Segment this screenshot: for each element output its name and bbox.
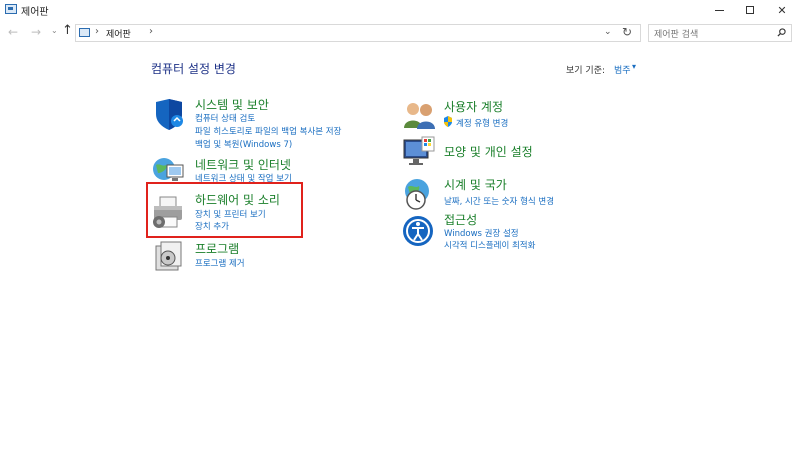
search-placeholder: 제어판 검색: [654, 30, 699, 40]
view-by-dropdown[interactable]: 범주: [614, 63, 631, 76]
accessibility-icon[interactable]: [402, 215, 434, 247]
chevron-right-icon[interactable]: ›: [149, 26, 153, 37]
category-title-programs[interactable]: 프로그램: [195, 240, 239, 257]
close-button[interactable]: ✕: [765, 0, 799, 20]
maximize-button[interactable]: [733, 0, 767, 20]
navigation-bar: ← → ⌄ ↑ › 제어판 › ⌄ ↻ 제어판 검색: [0, 22, 800, 44]
programs-icon[interactable]: [153, 240, 185, 272]
address-bar[interactable]: › 제어판 › ⌄ ↻: [75, 24, 641, 42]
link-change-account-type[interactable]: 계정 유형 변경: [456, 117, 508, 129]
chevron-down-icon[interactable]: ⌄: [604, 27, 612, 37]
category-title-ease-of-access[interactable]: 접근성: [444, 211, 477, 228]
view-by-label: 보기 기준:: [566, 66, 606, 76]
title-bar: 제어판 ✕: [0, 0, 800, 20]
maximize-icon: [746, 6, 754, 14]
breadcrumb[interactable]: 제어판: [106, 27, 131, 40]
link-save-backup-file-history[interactable]: 파일 히스토리로 파일의 백업 복사본 저장: [195, 125, 341, 137]
uac-shield-icon: [444, 116, 452, 127]
category-title-system-security[interactable]: 시스템 및 보안: [195, 96, 269, 113]
minimize-button[interactable]: [702, 0, 736, 20]
link-optimize-display[interactable]: 시각적 디스플레이 최적화: [444, 239, 535, 251]
category-title-network-internet[interactable]: 네트워크 및 인터넷: [195, 156, 291, 173]
category-title-clock-region[interactable]: 시계 및 국가: [444, 176, 507, 193]
control-panel-icon: [79, 28, 90, 37]
close-icon: ✕: [777, 3, 787, 17]
back-arrow-icon[interactable]: ←: [8, 25, 18, 39]
link-change-date-time-format[interactable]: 날짜, 시간 또는 숫자 형식 변경: [444, 195, 554, 207]
search-icon[interactable]: [777, 28, 786, 37]
caret-down-icon[interactable]: ▾: [632, 62, 636, 71]
minimize-icon: [714, 9, 724, 11]
clock-globe-icon[interactable]: [402, 177, 436, 211]
link-uninstall-program[interactable]: 프로그램 제거: [195, 257, 245, 269]
forward-arrow-icon[interactable]: →: [31, 25, 41, 39]
link-backup-restore[interactable]: 백업 및 복원(Windows 7): [195, 138, 292, 150]
up-arrow-icon[interactable]: ↑: [62, 23, 73, 38]
category-title-user-accounts[interactable]: 사용자 계정: [444, 98, 503, 115]
link-recommended-settings[interactable]: Windows 권장 설정: [444, 227, 519, 239]
refresh-icon[interactable]: ↻: [622, 25, 632, 39]
search-input[interactable]: 제어판 검색: [648, 24, 792, 42]
control-panel-icon: [5, 4, 17, 14]
window-title: 제어판: [21, 7, 49, 18]
page-title: 컴퓨터 설정 변경: [151, 62, 236, 76]
link-review-computer-status[interactable]: 컴퓨터 상태 검토: [195, 112, 255, 124]
recent-locations-chevron-icon[interactable]: ⌄: [51, 26, 58, 35]
highlight-box: [146, 182, 303, 238]
category-title-appearance[interactable]: 모양 및 개인 설정: [444, 143, 533, 160]
shield-icon[interactable]: [152, 97, 186, 131]
chevron-right-icon[interactable]: ›: [95, 26, 99, 37]
user-accounts-icon[interactable]: [402, 100, 436, 130]
appearance-monitor-icon[interactable]: [402, 136, 436, 168]
